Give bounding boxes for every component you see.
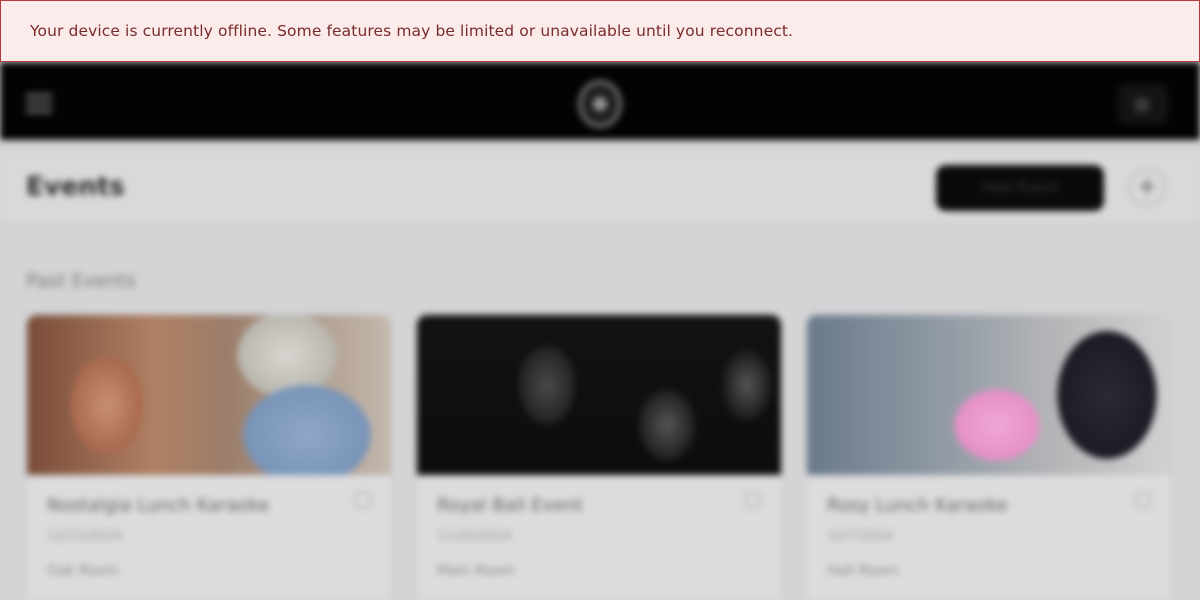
page-header: Events Host Event + [0, 152, 1200, 224]
event-image [807, 315, 1171, 475]
more-icon[interactable] [1135, 491, 1151, 509]
event-location: Oak Room [47, 563, 120, 579]
more-icon[interactable] [745, 491, 761, 509]
top-navigation-bar [0, 62, 1200, 140]
add-icon[interactable]: + [1128, 168, 1166, 206]
profile-button[interactable] [1118, 84, 1168, 124]
event-card[interactable]: Nostalgia Lunch Karaoke 12/12/2024 Oak R… [26, 314, 392, 600]
event-title: Royal Ball Event [437, 495, 583, 516]
event-date: 10/7/2024 [827, 529, 894, 544]
event-location: Hall Room [827, 563, 899, 579]
event-title: Nostalgia Lunch Karaoke [47, 495, 270, 516]
offline-message: Your device is currently offline. Some f… [30, 22, 794, 40]
event-image [417, 315, 781, 475]
hamburger-menu-icon[interactable] [26, 94, 52, 114]
event-location: Main Room [437, 563, 515, 579]
offline-banner: Your device is currently offline. Some f… [0, 0, 1200, 62]
event-image [27, 315, 391, 475]
event-title: Rosy Lunch Karaoke [827, 495, 1008, 516]
event-card[interactable]: Rosy Lunch Karaoke 10/7/2024 Hall Room [806, 314, 1172, 600]
blurred-app-background: Events Host Event + Past Events Nostalgi… [0, 62, 1200, 600]
event-card[interactable]: Royal Ball Event 11/20/2024 Main Room [416, 314, 782, 600]
event-date: 11/20/2024 [437, 529, 512, 544]
page-title: Events [26, 172, 125, 202]
event-date: 12/12/2024 [47, 529, 122, 544]
section-title: Past Events [26, 270, 136, 292]
host-event-button[interactable]: Host Event [936, 165, 1104, 211]
more-icon[interactable] [355, 491, 371, 509]
app-logo-icon[interactable] [578, 80, 622, 128]
